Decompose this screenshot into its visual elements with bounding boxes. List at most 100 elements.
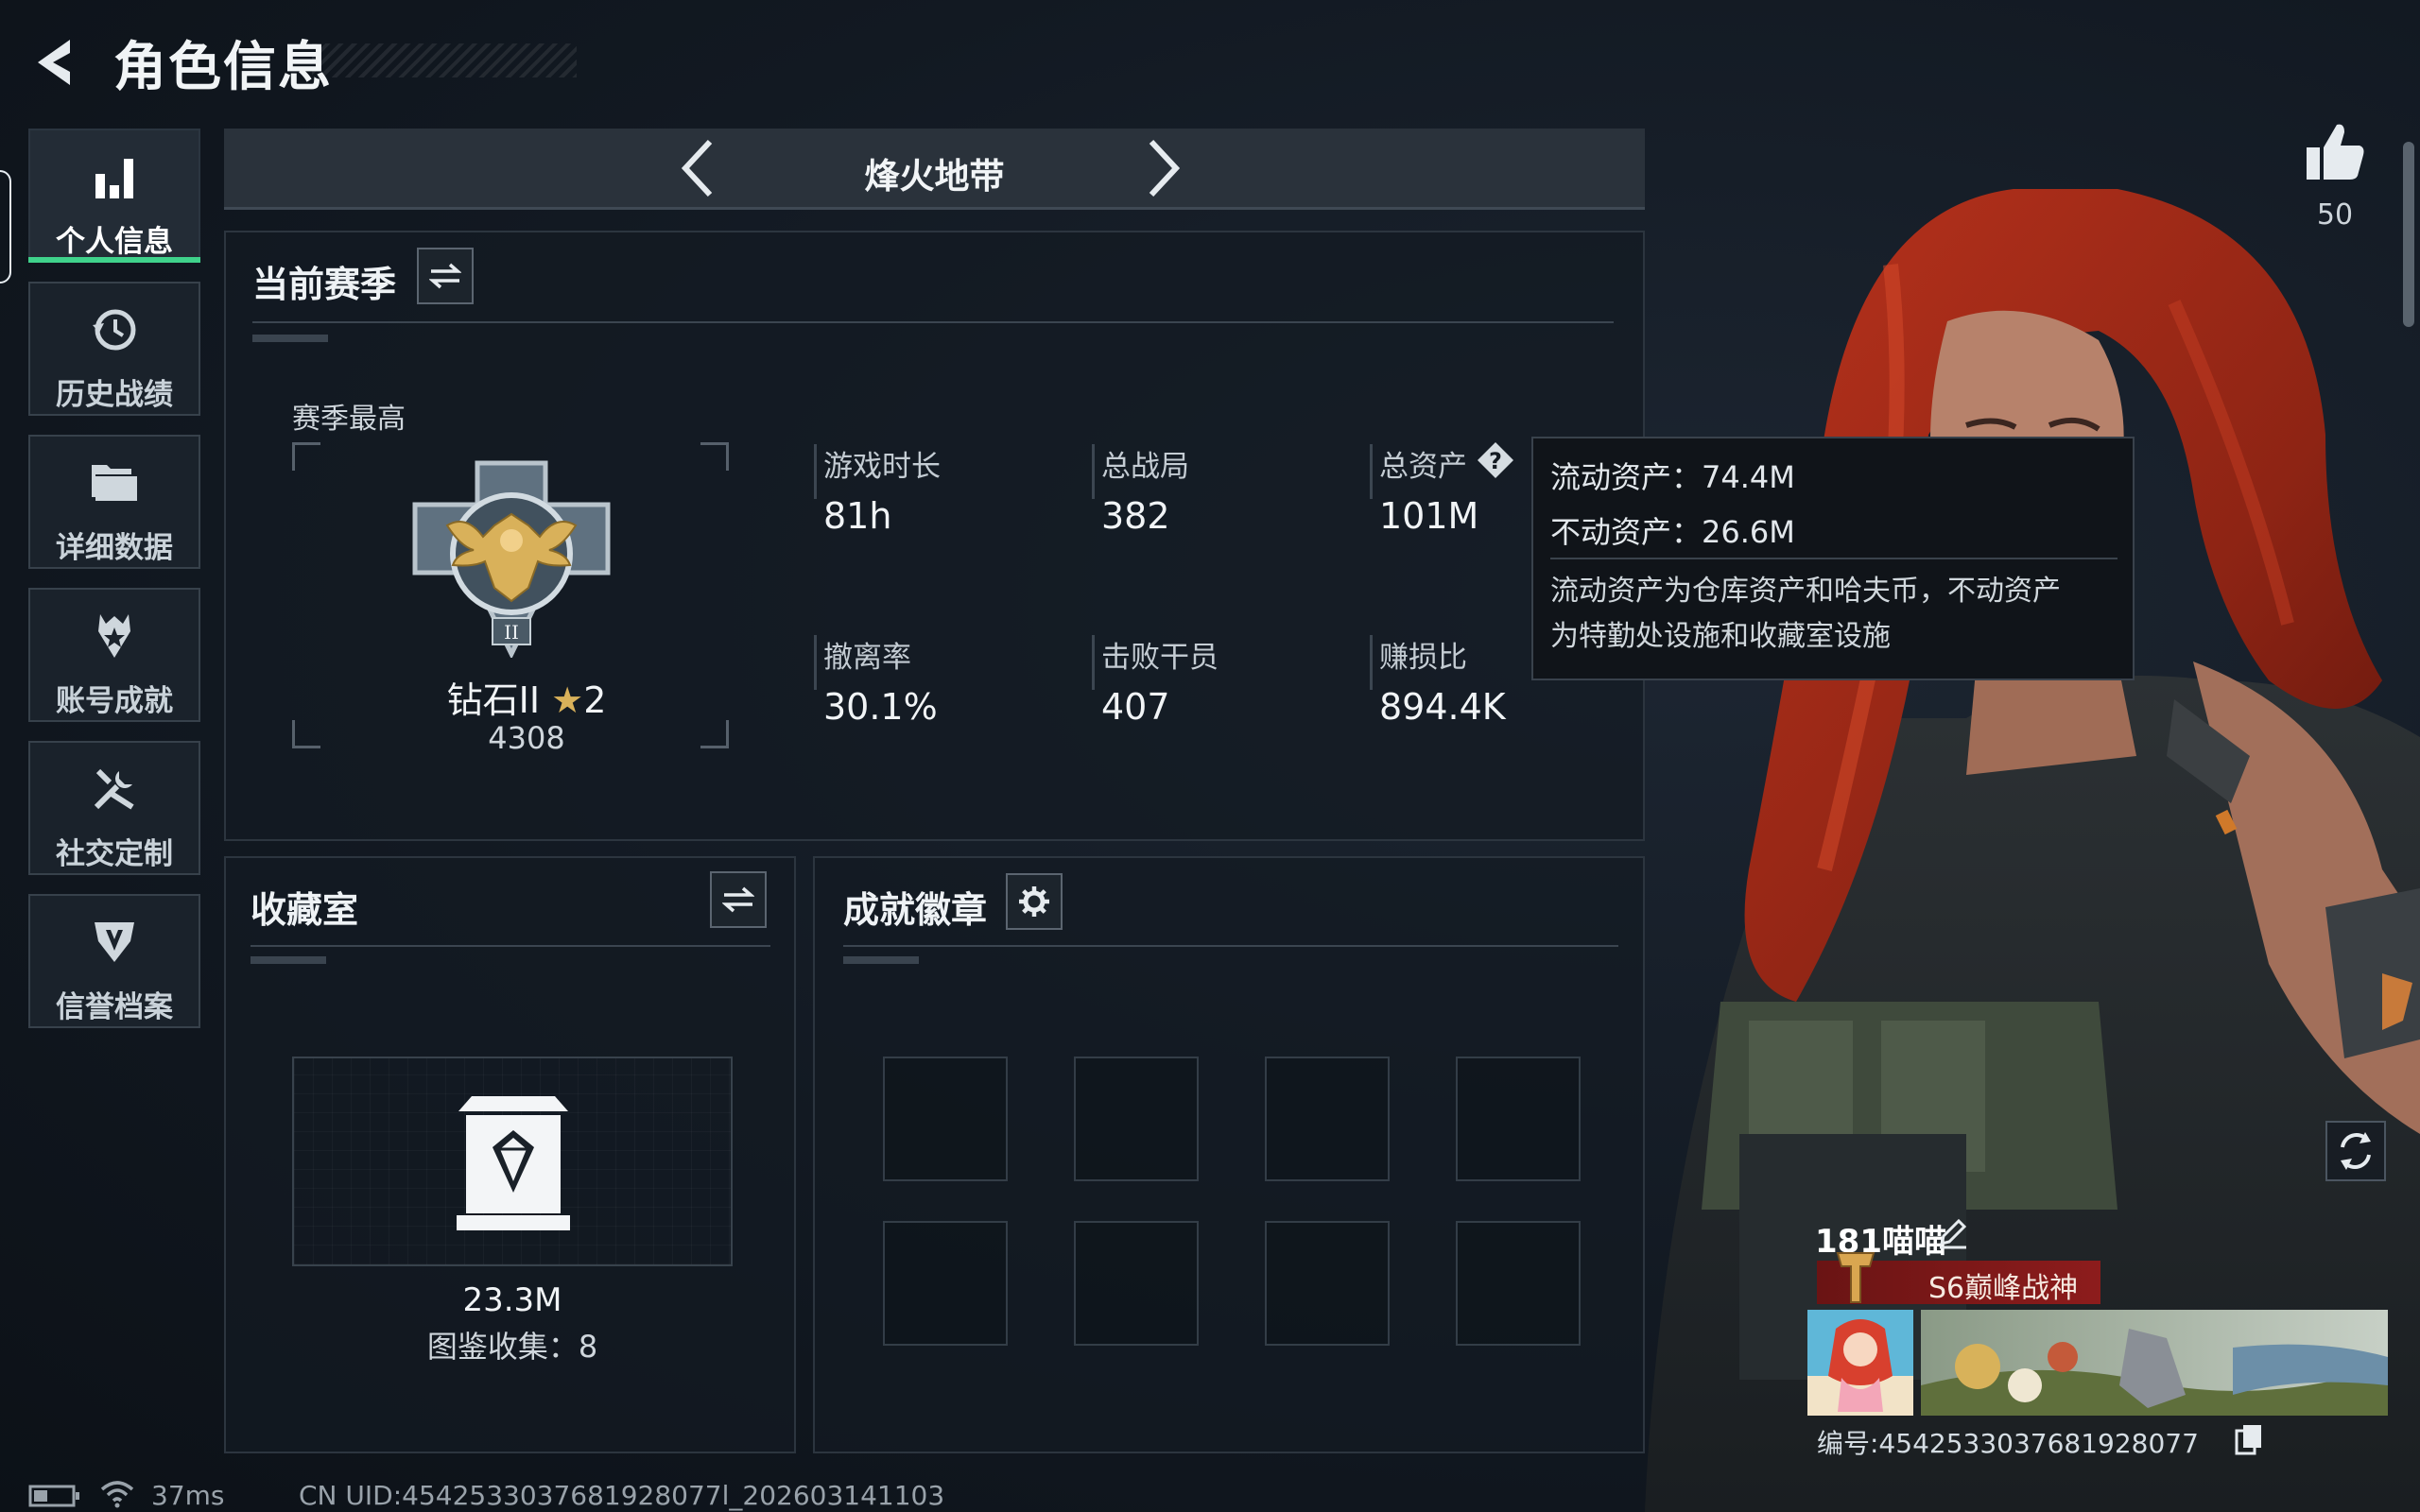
badge-slot[interactable] xyxy=(1074,1057,1199,1181)
collection-switch-button[interactable] xyxy=(710,871,767,928)
stat-label: 击败干员 xyxy=(1101,641,1219,675)
stat-label: 游戏时长 xyxy=(823,450,941,484)
decor-bar xyxy=(252,335,328,342)
stat-value: 382 xyxy=(1101,495,1170,537)
stat-label: 撤离率 xyxy=(823,641,911,675)
stat-divider xyxy=(814,635,817,690)
frame-corner xyxy=(700,720,729,748)
stat-value: 81h xyxy=(823,495,892,537)
chevron-right-icon[interactable] xyxy=(1146,138,1184,198)
sidebar-item-label: 详细数据 xyxy=(56,531,173,565)
stat-value: 407 xyxy=(1101,686,1170,728)
side-tab-notch[interactable] xyxy=(0,170,11,284)
sidebar-item-label: 账号成就 xyxy=(56,684,173,718)
stat-label: 总战局 xyxy=(1101,450,1189,484)
shield-credit-icon xyxy=(95,922,134,962)
sidebar-item-label: 社交定制 xyxy=(56,837,173,871)
swap-icon xyxy=(722,886,754,913)
swap-icon xyxy=(429,263,461,289)
svg-text:II: II xyxy=(504,621,519,644)
svg-text:?: ? xyxy=(1489,448,1502,474)
achievement-medal-icon xyxy=(98,614,130,658)
badge-slot[interactable] xyxy=(1265,1221,1390,1346)
sidebar-item-details[interactable]: 详细数据 xyxy=(28,435,200,569)
stat-divider xyxy=(1370,444,1373,499)
sidebar-item-credit[interactable]: 信誉档案 xyxy=(28,894,200,1028)
tools-icon xyxy=(94,768,134,810)
stat-label: 总资产 xyxy=(1379,450,1467,484)
tooltip-description: 流动资产为仓库资产和哈夫币，不动资产 为特勤处设施和收藏室设施 xyxy=(1550,569,2118,660)
sidebar-item-label: 个人信息 xyxy=(56,225,173,259)
title-decoration xyxy=(312,43,577,77)
stat-value: 894.4K xyxy=(1379,686,1506,728)
frame-corner xyxy=(292,442,320,471)
rank-line: 钻石II ★2 xyxy=(423,671,631,723)
stat-divider xyxy=(1092,444,1095,499)
folder-icon xyxy=(92,465,137,501)
season-best-label: 赛季最高 xyxy=(292,403,406,436)
rank-name: 钻石II xyxy=(446,679,541,721)
uid-label: CN UID:4542533037681928077l_202603141103 xyxy=(299,1480,945,1511)
divider xyxy=(252,321,1614,323)
refresh-icon xyxy=(2341,1132,2371,1170)
collection-count: 图鉴收集：8 xyxy=(426,1329,598,1365)
season-switch-button[interactable] xyxy=(417,248,474,304)
stat-value: 101M xyxy=(1379,495,1479,537)
badge-slot[interactable] xyxy=(1456,1221,1581,1346)
asset-tooltip: 流动资产：74.4M 不动资产：26.6M 流动资产为仓库资产和哈夫币，不动资产… xyxy=(1531,437,2135,680)
frame-corner xyxy=(700,442,729,471)
badge-slot[interactable] xyxy=(1456,1057,1581,1181)
history-clock-icon xyxy=(93,309,136,351)
rank-stars: 2 xyxy=(583,679,607,721)
player-banner xyxy=(1921,1310,2388,1416)
badge-slot[interactable] xyxy=(883,1057,1008,1181)
rank-diamond-emblem: II xyxy=(412,460,611,658)
copy-icon[interactable] xyxy=(2235,1423,2263,1455)
badge-slot[interactable] xyxy=(1265,1057,1390,1181)
help-icon[interactable]: ? xyxy=(1476,440,1515,480)
scrollbar[interactable] xyxy=(2403,142,2414,327)
decor-bar xyxy=(251,956,326,964)
stat-divider xyxy=(814,444,817,499)
like-count: 50 xyxy=(2316,198,2354,232)
player-title: S6巅峰战神 xyxy=(1928,1272,2079,1305)
stat-label: 赚损比 xyxy=(1379,641,1467,675)
thumbs-up-icon[interactable] xyxy=(2303,119,2367,183)
tooltip-fixed-assets: 不动资产：26.6M xyxy=(1550,514,1795,550)
player-avatar[interactable] xyxy=(1807,1310,1913,1416)
edit-pencil-icon[interactable] xyxy=(1936,1215,1970,1249)
title-rank-icon xyxy=(1836,1252,1876,1303)
season-panel: 当前赛季 赛季最高 II 钻石II ★2 4308 游戏时长 81h 总战局 3… xyxy=(224,231,1645,841)
badge-slot[interactable] xyxy=(1074,1221,1199,1346)
mode-selector: 烽火地带 xyxy=(224,129,1645,210)
tooltip-desc-line: 为特勤处设施和收藏室设施 xyxy=(1550,620,1891,653)
latency-label: 37ms xyxy=(151,1480,225,1511)
battery-icon xyxy=(28,1485,79,1507)
rotate-view-button[interactable] xyxy=(2325,1121,2386,1181)
sidebar-item-profile[interactable]: 个人信息 xyxy=(28,129,200,263)
collection-value: 23.3M xyxy=(462,1281,562,1319)
frame-corner xyxy=(292,720,320,748)
sidebar-item-history[interactable]: 历史战绩 xyxy=(28,282,200,416)
collection-panel: 收藏室 23.3M 图鉴收集：8 xyxy=(224,856,796,1453)
collection-title: 收藏室 xyxy=(251,889,359,931)
decor-bar xyxy=(843,956,919,964)
wifi-icon xyxy=(100,1481,134,1508)
rank-score: 4308 xyxy=(488,720,565,756)
player-id: 编号:4542533037681928077 xyxy=(1817,1428,2199,1459)
stat-divider xyxy=(1370,635,1373,690)
tooltip-desc-line: 流动资产为仓库资产和哈夫币，不动资产 xyxy=(1550,575,2061,608)
gear-icon xyxy=(1019,886,1049,917)
sidebar-item-label: 历史战绩 xyxy=(56,378,173,412)
stat-divider xyxy=(1092,635,1095,690)
page-title: 角色信息 xyxy=(113,37,333,98)
badges-settings-button[interactable] xyxy=(1006,873,1063,930)
sidebar-item-achievements[interactable]: 账号成就 xyxy=(28,588,200,722)
bar-chart-icon xyxy=(95,159,133,198)
tooltip-liquid-assets: 流动资产：74.4M xyxy=(1550,459,1795,495)
back-arrow-icon[interactable] xyxy=(28,34,85,91)
sidebar-item-social[interactable]: 社交定制 xyxy=(28,741,200,875)
divider xyxy=(251,945,770,947)
badge-slot[interactable] xyxy=(883,1221,1008,1346)
collection-preview[interactable] xyxy=(292,1057,733,1266)
